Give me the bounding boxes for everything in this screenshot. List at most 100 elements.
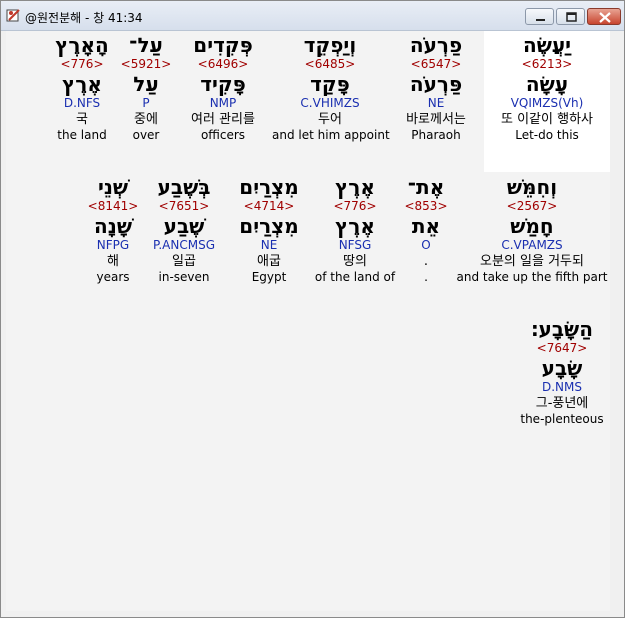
morphology-code: C.VPAMZS: [501, 238, 563, 252]
english-gloss: and take up the fifth part: [456, 270, 608, 284]
hebrew-word: אֶרֶץ: [335, 175, 375, 199]
morphology-code: NFSG: [338, 238, 372, 252]
word-column[interactable]: וְיַפְקֵד <6485> פָּקַד C.VHIMZS 두어 and …: [272, 33, 390, 142]
english-gloss: .: [424, 270, 428, 284]
korean-gloss: .: [423, 254, 429, 269]
word-column[interactable]: מִצְרַיִם <4714> מִצְרַיִם NE 애굽 Egypt: [226, 175, 312, 284]
window-title: @원전분해 - 창 41:34: [25, 11, 143, 25]
hebrew-word: בְּשֶׁבַע: [157, 175, 211, 199]
hebrew-word: הָאָרֶץ: [55, 33, 109, 57]
hebrew-word: פַרְעֹה: [409, 33, 463, 57]
title-bar[interactable]: @원전분해 - 창 41:34: [1, 1, 624, 31]
hebrew-word: מִצְרַיִם: [239, 175, 299, 199]
lemma: שָׁנָה: [94, 214, 132, 238]
hebrew-word: שְׁנֵי: [97, 175, 129, 199]
english-gloss: Pharaoh: [411, 128, 461, 142]
hebrew-word: הַשָּׂבָע׃: [531, 317, 593, 341]
lemma: אֶרֶץ: [62, 72, 102, 96]
strong-number[interactable]: <6496>: [174, 57, 272, 72]
english-gloss: Egypt: [251, 270, 287, 284]
korean-gloss: 두어: [318, 112, 342, 127]
word-column[interactable]: שְׁנֵי <8141> שָׁנָה NFPG 해 years: [84, 175, 142, 284]
lemma: חָמַשׁ: [510, 214, 554, 238]
hebrew-word: אֶת־: [407, 175, 445, 199]
korean-gloss: 바로께서는: [406, 112, 466, 127]
lemma: שָׂבָע: [541, 356, 583, 380]
korean-gloss: 애굽: [257, 254, 281, 269]
word-column[interactable]: וְחִמֵּשׁ <2567> חָמַשׁ C.VPAMZS 오분의 일을 …: [454, 175, 610, 284]
strong-number[interactable]: <776>: [312, 199, 398, 214]
app-icon: [6, 9, 20, 22]
english-gloss: in-seven: [158, 270, 210, 284]
lemma: פָּקִיד: [200, 72, 246, 96]
strong-number[interactable]: <6485>: [272, 57, 388, 72]
lemma: פָּקַד: [310, 72, 350, 96]
strong-number[interactable]: <7651>: [142, 199, 226, 214]
minimize-button[interactable]: [525, 8, 554, 25]
hebrew-word: עַל־: [129, 33, 163, 57]
strong-number[interactable]: <4714>: [226, 199, 312, 214]
morphology-code: P.ANCMSG: [152, 238, 215, 252]
hebrew-word: וְיַפְקֵד: [303, 33, 357, 57]
morphology-code: D.NMS: [541, 380, 582, 394]
morphology-code: C.VHIMZS: [300, 96, 360, 110]
strong-number[interactable]: <8141>: [84, 199, 142, 214]
lemma: פַּרְעֹה: [409, 72, 463, 96]
lemma: אֵת: [411, 214, 441, 238]
morphology-code: P: [142, 96, 150, 110]
morphology-code: NE: [427, 96, 445, 110]
english-gloss: the land: [57, 128, 107, 142]
maximize-button[interactable]: [556, 8, 585, 25]
word-column[interactable]: בְּשֶׁבַע <7651> שֶׁבַע P.ANCMSG 일곱 in-s…: [142, 175, 226, 284]
english-gloss: the-plenteous: [520, 412, 604, 426]
word-column[interactable]: אֶרֶץ <776> אֶרֶץ NFSG 땅의 of the land of: [312, 175, 398, 284]
strong-number[interactable]: <776>: [46, 57, 118, 72]
morphology-code: NE: [260, 238, 278, 252]
close-button[interactable]: [587, 8, 621, 25]
hebrew-word: פְּקִדִים: [193, 33, 253, 57]
korean-gloss: 국: [76, 112, 88, 127]
korean-gloss: 일곱: [172, 254, 196, 269]
korean-gloss: 여러 관리를: [191, 112, 255, 127]
lemma: אֶרֶץ: [335, 214, 375, 238]
lemma: מִצְרַיִם: [239, 214, 299, 238]
hebrew-word: יַעֲשֶׂה: [522, 33, 572, 57]
verse-analysis-pane: יַעֲשֶׂה <6213> עָשָׂה VQIMZS(Vh) 또 이같이 …: [6, 31, 610, 611]
english-gloss: years: [96, 270, 130, 284]
word-column[interactable]: הָאָרֶץ <776> אֶרֶץ D.NFS 국 the land: [46, 33, 118, 142]
app-window: @원전분해 - 창 41:34 יַעֲשֶׂה <6213> עָשָׂה V…: [0, 0, 625, 618]
korean-gloss: 오분의 일을 거두되: [480, 254, 584, 269]
korean-gloss: 해: [107, 254, 119, 269]
word-column[interactable]: פְּקִדִים <6496> פָּקִיד NMP 여러 관리를 offi…: [174, 33, 272, 142]
korean-gloss: 그-풍년에: [535, 396, 589, 411]
close-icon: [599, 12, 611, 23]
english-gloss: over: [132, 128, 160, 142]
word-column[interactable]: אֶת־ <853> אֵת O . .: [398, 175, 454, 284]
strong-number[interactable]: <7647>: [514, 341, 610, 356]
english-gloss: of the land of: [314, 270, 396, 284]
english-gloss: officers: [200, 128, 246, 142]
strong-number[interactable]: <853>: [398, 199, 454, 214]
word-column[interactable]: עַל־ <5921> עַל P 중에 over: [118, 33, 174, 142]
strong-number[interactable]: <6213>: [484, 57, 610, 72]
lemma: עַל: [133, 72, 159, 96]
english-gloss: and let him appoint: [272, 128, 390, 142]
lemma: שֶׁבַע: [163, 214, 205, 238]
word-column[interactable]: פַרְעֹה <6547> פַּרְעֹה NE 바로께서는 Pharaoh: [388, 33, 484, 142]
hebrew-word: וְחִמֵּשׁ: [506, 175, 558, 199]
lemma: עָשָׂה: [525, 72, 569, 96]
english-gloss: Let-do this: [515, 128, 579, 142]
strong-number[interactable]: <2567>: [454, 199, 610, 214]
korean-gloss: 땅의: [343, 254, 367, 269]
word-column[interactable]: הַשָּׂבָע׃ <7647> שָׂבָע D.NMS 그-풍년에 the…: [514, 317, 610, 426]
vertical-scroll-track[interactable]: [611, 31, 623, 611]
morphology-code: O: [421, 238, 431, 252]
korean-gloss: 또 이같이 행하사: [501, 112, 593, 127]
strong-number[interactable]: <6547>: [388, 57, 484, 72]
maximize-icon: [566, 12, 577, 22]
morphology-code: D.NFS: [63, 96, 101, 110]
word-column[interactable]: יַעֲשֶׂה <6213> עָשָׂה VQIMZS(Vh) 또 이같이 …: [484, 33, 610, 142]
strong-number[interactable]: <5921>: [118, 57, 174, 72]
morphology-code: VQIMZS(Vh): [510, 96, 584, 110]
morphology-code: NFPG: [96, 238, 130, 252]
